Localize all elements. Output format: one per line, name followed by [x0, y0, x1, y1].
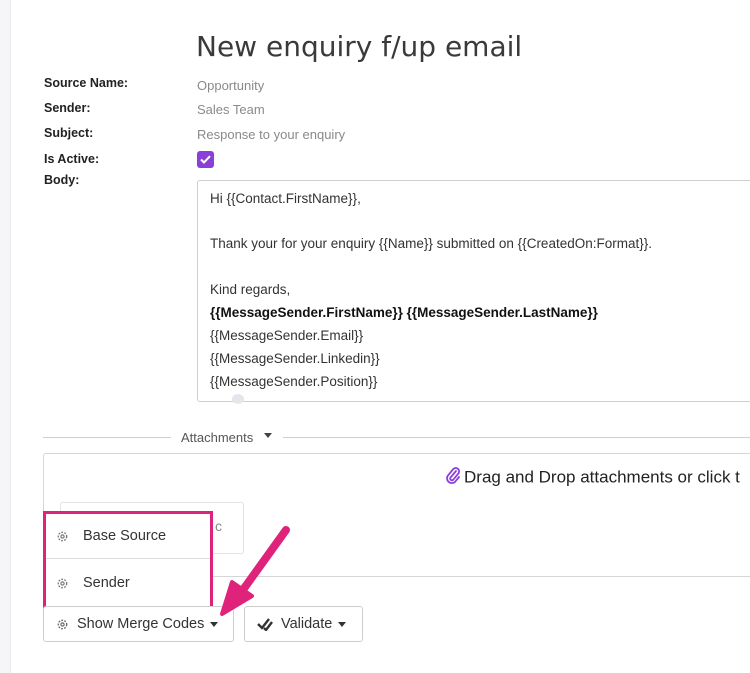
- editor-resize-handle[interactable]: [232, 394, 244, 404]
- show-merge-codes-button[interactable]: Show Merge Codes: [43, 606, 234, 642]
- body-line-thanks: Thank your for your enquiry {{Name}} sub…: [210, 236, 652, 251]
- subject-value: Response to your enquiry: [197, 127, 346, 142]
- sender-value: Sales Team: [197, 102, 265, 117]
- body-label: Body:: [44, 173, 80, 187]
- sender-label: Sender:: [44, 101, 91, 115]
- menu-divider: [46, 558, 210, 559]
- menu-item-sender[interactable]: Sender: [46, 561, 210, 605]
- double-check-icon: [257, 617, 273, 631]
- gear-icon: [56, 530, 69, 543]
- gear-icon: [56, 577, 69, 590]
- body-line-greeting: Hi {{Contact.FirstName}},: [210, 191, 361, 206]
- menu-item-label: Base Source: [83, 528, 167, 544]
- dropzone-text: Drag and Drop attachments or click t: [464, 467, 740, 487]
- show-merge-codes-label: Show Merge Codes: [77, 616, 205, 632]
- body-line-sender-position: {{MessageSender.Position}}: [210, 374, 378, 389]
- caret-down-icon: [210, 621, 219, 627]
- merge-codes-menu: Base Source Sender: [43, 511, 213, 610]
- subject-label: Subject:: [44, 126, 94, 140]
- left-sidebar-edge: [0, 0, 11, 673]
- is-active-label: Is Active:: [44, 152, 100, 166]
- dropzone-message[interactable]: Drag and Drop attachments or click t: [446, 467, 740, 489]
- menu-item-label: Sender: [83, 575, 130, 591]
- attachment-card-text: c: [215, 518, 222, 534]
- validate-button[interactable]: Validate: [244, 606, 363, 642]
- check-icon: [200, 155, 211, 164]
- body-line-regards: Kind regards,: [210, 282, 291, 297]
- menu-item-base-source[interactable]: Base Source: [46, 514, 210, 558]
- validate-label: Validate: [281, 616, 333, 632]
- attachments-label[interactable]: Attachments: [181, 430, 253, 445]
- body-line-sender-email: {{MessageSender.Email}}: [210, 328, 364, 343]
- attachments-divider-left: [43, 437, 171, 438]
- body-editor[interactable]: Hi {{Contact.FirstName}}, Thank your for…: [197, 180, 750, 402]
- source-name-label: Source Name:: [44, 76, 129, 90]
- body-line-sender-linkedin: {{MessageSender.Linkedin}}: [210, 351, 380, 366]
- caret-down-icon[interactable]: [264, 433, 272, 438]
- source-name-value: Opportunity: [197, 78, 265, 93]
- attachments-divider-right: [283, 437, 750, 438]
- gear-icon: [56, 618, 69, 631]
- paperclip-icon: [446, 467, 460, 489]
- caret-down-icon: [338, 621, 347, 627]
- body-line-sender-name: {{MessageSender.FirstName}} {{MessageSen…: [210, 305, 598, 320]
- page-title: New enquiry f/up email: [196, 30, 523, 63]
- is-active-checkbox[interactable]: [197, 151, 214, 168]
